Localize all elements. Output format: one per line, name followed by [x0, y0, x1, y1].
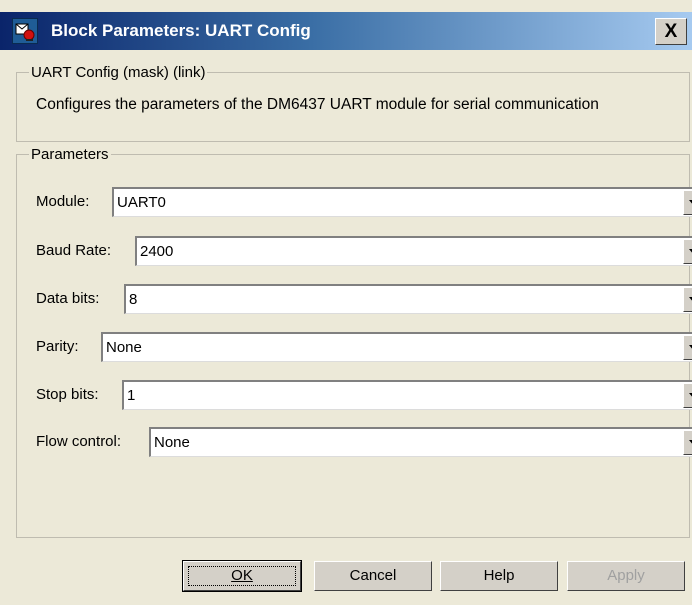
- title-bar[interactable]: Block Parameters: UART Config X: [0, 12, 692, 50]
- flow-control-label: Flow control:: [36, 433, 122, 450]
- baud-rate-select[interactable]: 2400: [135, 236, 692, 266]
- data-bits-row: Data bits: 8: [36, 284, 692, 314]
- chevron-down-icon[interactable]: [683, 239, 692, 264]
- close-button[interactable]: X: [655, 18, 687, 45]
- chevron-down-icon[interactable]: [683, 287, 692, 312]
- parity-row: Parity: None: [36, 332, 692, 362]
- simulink-block-icon: [12, 18, 38, 44]
- flow-control-row: Flow control: None: [36, 427, 692, 457]
- parity-label: Parity:: [36, 338, 79, 355]
- stop-bits-value: 1: [127, 387, 136, 404]
- module-select[interactable]: UART0: [112, 187, 692, 217]
- data-bits-value: 8: [129, 291, 138, 308]
- module-value: UART0: [117, 194, 166, 211]
- parity-value: None: [106, 339, 142, 356]
- mask-description: Configures the parameters of the DM6437 …: [36, 96, 599, 113]
- baud-rate-value: 2400: [140, 243, 174, 260]
- data-bits-select[interactable]: 8: [124, 284, 692, 314]
- apply-button[interactable]: Apply: [567, 561, 685, 591]
- mask-group-legend: UART Config (mask) (link): [31, 64, 206, 81]
- flow-control-select[interactable]: None: [149, 427, 692, 457]
- parity-select[interactable]: None: [101, 332, 692, 362]
- baud-rate-label: Baud Rate:: [36, 242, 112, 259]
- chevron-down-icon[interactable]: [683, 383, 692, 408]
- cancel-button[interactable]: Cancel: [314, 561, 432, 591]
- stop-bits-label: Stop bits:: [36, 386, 99, 403]
- parameters-group-legend: Parameters: [31, 146, 109, 163]
- module-row: Module: UART0: [36, 187, 692, 217]
- data-bits-label: Data bits:: [36, 290, 100, 307]
- chevron-down-icon[interactable]: [683, 430, 692, 455]
- window-title: Block Parameters: UART Config: [51, 21, 311, 40]
- stop-bits-select[interactable]: 1: [122, 380, 692, 410]
- stop-bits-row: Stop bits: 1: [36, 380, 692, 410]
- help-button[interactable]: Help: [440, 561, 558, 591]
- ok-button[interactable]: OK: [182, 560, 302, 592]
- chevron-down-icon[interactable]: [683, 335, 692, 360]
- block-parameters-dialog: Block Parameters: UART Config X UART Con…: [0, 0, 692, 605]
- flow-control-value: None: [154, 434, 190, 451]
- baud-rate-row: Baud Rate: 2400: [36, 236, 692, 266]
- module-label: Module:: [36, 193, 90, 210]
- chevron-down-icon[interactable]: [683, 190, 692, 215]
